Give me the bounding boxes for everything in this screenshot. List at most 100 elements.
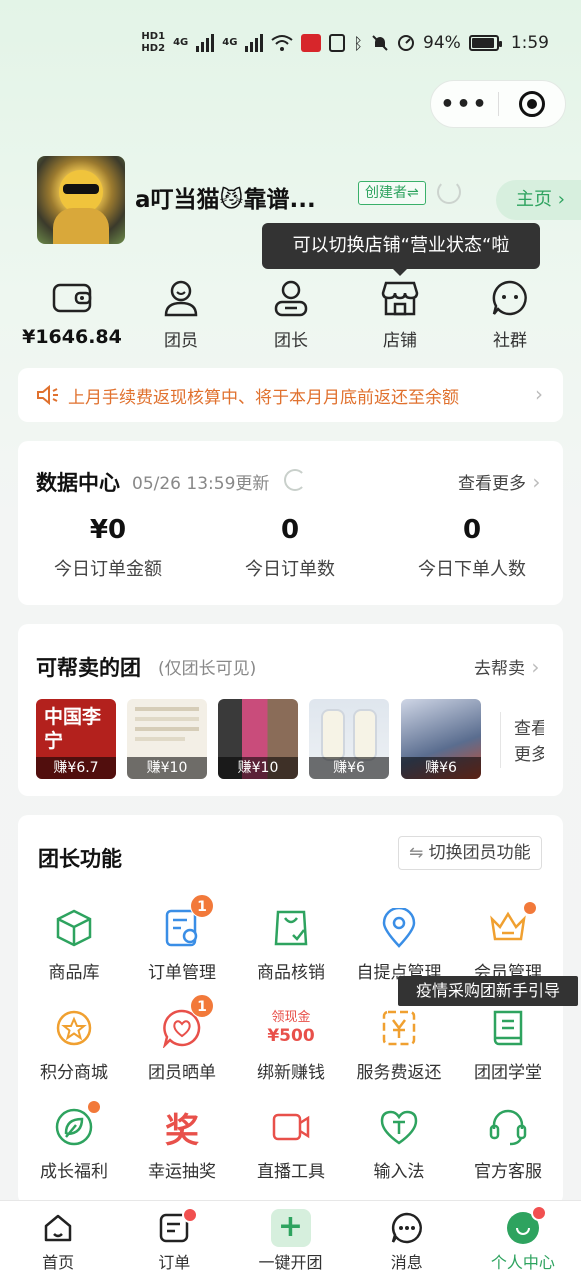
function-customer-service[interactable]: 官方客服 xyxy=(454,1105,562,1182)
tab-messages[interactable]: 消息 xyxy=(349,1201,465,1280)
verify-bag-icon xyxy=(274,910,308,946)
cash-reward-icon: 领现金 ¥500 xyxy=(237,1006,345,1050)
switch-refresh-icon[interactable] xyxy=(437,180,461,204)
close-miniapp-button[interactable] xyxy=(499,91,565,117)
function-label: 直播工具 xyxy=(257,1162,325,1182)
function-bind-earn[interactable]: 领现金 ¥500 绑新赚钱 xyxy=(237,1006,345,1083)
chat-group-icon xyxy=(492,280,527,316)
function-points-mall[interactable]: 积分商城 xyxy=(20,1006,128,1083)
stat-buyer-count[interactable]: 0 今日下单人数 xyxy=(382,515,562,581)
function-member-manage[interactable]: 会员管理 xyxy=(454,902,562,983)
fee-return-icon xyxy=(382,1010,416,1046)
function-label: 商品库 xyxy=(48,963,100,983)
live-camera-icon xyxy=(272,1113,310,1141)
store-name[interactable]: a叮当猫😼靠谱... xyxy=(135,180,316,214)
wallet-entry[interactable]: ¥1646.84 xyxy=(22,278,122,348)
member-entry[interactable]: 团员 xyxy=(131,278,231,351)
cube-icon xyxy=(56,909,92,947)
switch-member-functions-button[interactable]: ⇋ 切换团员功能 xyxy=(398,836,542,870)
help-sell-item[interactable]: 赚¥10 xyxy=(218,699,298,779)
earn-label: 赚¥10 xyxy=(218,757,298,779)
function-product-library[interactable]: 商品库 xyxy=(20,906,128,983)
home-link-button[interactable]: 主页 › xyxy=(496,180,581,220)
function-label: 成长福利 xyxy=(40,1162,108,1182)
function-label: 官方客服 xyxy=(474,1162,542,1182)
tab-label: 首页 xyxy=(42,1253,75,1272)
function-input-method[interactable]: 输入法 xyxy=(345,1105,453,1182)
location-pin-icon xyxy=(382,908,416,948)
stat-label: 今日订单数 xyxy=(245,559,335,580)
function-label: 绑新赚钱 xyxy=(257,1063,325,1083)
function-fee-return[interactable]: 服务费返还 xyxy=(345,1006,453,1083)
growth-leaf-icon xyxy=(55,1108,93,1146)
more-menu-button[interactable]: ••• xyxy=(431,92,498,117)
wallet-balance: ¥1646.84 xyxy=(22,326,122,348)
tab-start-group[interactable]: + 一键开团 xyxy=(232,1201,348,1280)
help-sell-item[interactable]: 赚¥6 xyxy=(309,699,389,779)
leader-functions-title: 团长功能 xyxy=(38,847,122,871)
guide-toast[interactable]: 疫情采购团新手引导 xyxy=(398,976,578,1006)
view-more-link[interactable]: 查看更多 › xyxy=(458,469,540,494)
tooltip-arrow xyxy=(392,268,408,276)
function-order-manage[interactable]: 1 订单管理 xyxy=(128,894,236,983)
help-sell-item[interactable]: 赚¥6 xyxy=(401,699,481,779)
function-label: 团团学堂 xyxy=(474,1063,542,1083)
member-icon xyxy=(164,280,198,317)
function-member-share[interactable]: 1 团员晒单 xyxy=(128,994,236,1083)
app-notify-icon xyxy=(301,34,322,52)
view-more-label: 查看更多 xyxy=(458,474,526,494)
data-updated-time: 05/26 13:59更新 xyxy=(132,474,270,494)
creator-badge[interactable]: 创建者⇌ xyxy=(358,181,426,205)
function-product-verify[interactable]: 商品核销 xyxy=(237,906,345,983)
headset-icon xyxy=(489,1109,527,1146)
function-lucky-draw[interactable]: 奖 幸运抽奖 xyxy=(128,1105,236,1183)
store-icon xyxy=(381,281,419,316)
notify-dot xyxy=(88,1101,100,1113)
network-label-2: 4G xyxy=(222,37,238,48)
see-more-line1: 查看 xyxy=(514,719,544,739)
tab-label: 一键开团 xyxy=(258,1253,323,1272)
data-center-card: 数据中心 05/26 13:59更新 查看更多 › ¥0 今日订单金额 0 今日… xyxy=(18,441,563,605)
tab-label: 消息 xyxy=(390,1253,423,1272)
battery-percent: 94% xyxy=(423,33,461,53)
stat-order-count[interactable]: 0 今日订单数 xyxy=(200,515,380,581)
switch-member-label: 切换团员功能 xyxy=(428,843,531,863)
refresh-icon[interactable] xyxy=(284,469,306,491)
tab-home[interactable]: 首页 xyxy=(0,1201,116,1280)
promo-line2: ¥500 xyxy=(267,1026,315,1046)
function-growth-welfare[interactable]: 成长福利 xyxy=(20,1101,128,1182)
function-academy[interactable]: 团团学堂 xyxy=(454,1006,562,1083)
function-pickup-manage[interactable]: 自提点管理 xyxy=(345,906,453,983)
hd1-label: HD1 xyxy=(141,31,166,42)
leader-entry[interactable]: 团长 xyxy=(241,278,341,351)
notice-bar[interactable]: 上月手续费返现核算中、将于本月月底前返还至余额 › xyxy=(18,368,563,422)
target-icon xyxy=(518,91,545,117)
notify-dot xyxy=(524,902,536,914)
function-live-tools[interactable]: 直播工具 xyxy=(237,1105,345,1182)
chat-group-entry[interactable]: 社群 xyxy=(460,278,560,351)
avatar[interactable] xyxy=(37,156,125,244)
go-help-sell-label: 去帮卖 xyxy=(474,659,525,679)
store-entry[interactable]: 店铺 xyxy=(350,278,450,351)
speaker-icon xyxy=(37,385,58,405)
function-label: 输入法 xyxy=(373,1162,425,1182)
go-help-sell-link[interactable]: 去帮卖 › xyxy=(474,654,539,679)
data-center-title: 数据中心 xyxy=(36,471,120,495)
help-sell-title: 可帮卖的团 xyxy=(36,656,141,680)
chevron-right-icon: › xyxy=(526,470,541,494)
see-more-products[interactable]: 查看 更多 xyxy=(514,716,544,768)
divider xyxy=(500,712,501,768)
chevron-right-icon: › xyxy=(535,382,543,406)
store-status-tooltip: 可以切换店铺“营业状态“啦 xyxy=(262,223,540,269)
signal-icon xyxy=(196,34,215,52)
points-star-icon xyxy=(56,1010,92,1046)
help-sell-item[interactable]: 中国李宁 赚¥6.7 xyxy=(36,699,116,779)
stat-label: 今日订单金额 xyxy=(54,559,162,580)
tab-orders[interactable]: 订单 xyxy=(116,1201,232,1280)
leader-icon xyxy=(274,280,308,317)
help-sell-item[interactable]: 赚¥10 xyxy=(127,699,207,779)
stat-order-amount[interactable]: ¥0 今日订单金额 xyxy=(18,515,198,581)
earn-label: 赚¥10 xyxy=(127,757,207,779)
tab-profile[interactable]: 个人中心 xyxy=(465,1201,581,1280)
member-label: 团员 xyxy=(164,331,198,351)
